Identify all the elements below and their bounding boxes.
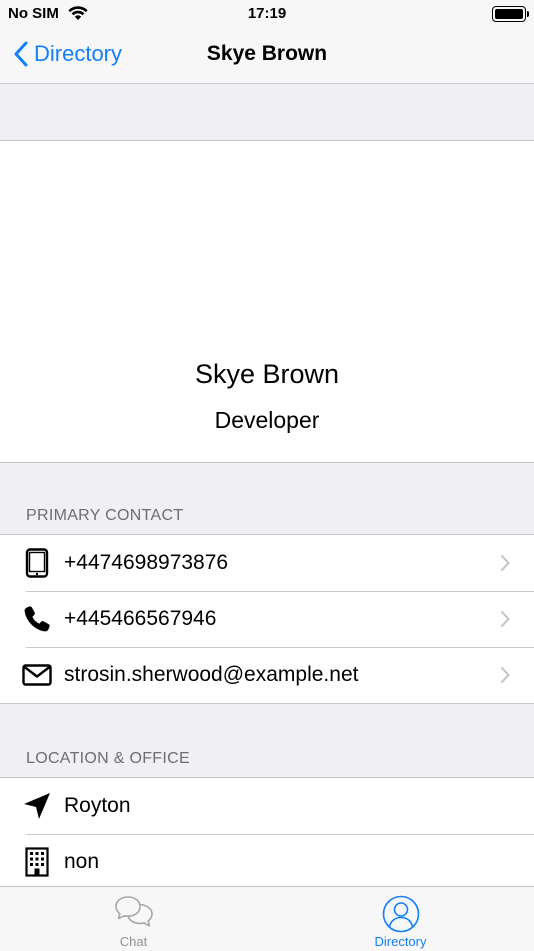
contact-row-phone[interactable]: +445466567946: [0, 591, 534, 647]
office-value: non: [64, 850, 100, 873]
email-icon: [22, 660, 52, 690]
contact-row-email[interactable]: strosin.sherwood@example.net: [0, 647, 534, 703]
battery-icon: [492, 6, 529, 22]
tab-directory[interactable]: Directory: [267, 887, 534, 951]
page-title: Skye Brown: [206, 42, 328, 65]
office-row: non: [0, 834, 534, 890]
chevron-right-icon: [500, 555, 510, 571]
tab-directory-label: Directory: [374, 934, 427, 949]
tab-chat[interactable]: Chat: [0, 887, 267, 951]
location-row: Royton: [0, 778, 534, 834]
chevron-right-icon: [500, 667, 510, 683]
location-arrow-icon: [22, 791, 52, 821]
chat-bubbles-icon: [0, 895, 267, 929]
status-bar: No SIM 17:19: [0, 0, 534, 28]
person-icon: [267, 895, 534, 933]
building-icon: [22, 847, 52, 877]
phone-icon: [22, 604, 52, 634]
contact-value: +445466567946: [64, 607, 217, 630]
tablet-icon: [22, 548, 52, 578]
profile-header: Skye Brown Developer: [0, 140, 534, 463]
contact-value: +4474698973876: [64, 551, 229, 574]
location-office-group: Royton non: [0, 777, 534, 890]
primary-contact-group: +4474698973876 +445466567946 strosin.she…: [0, 534, 534, 704]
clock: 17:19: [247, 5, 287, 22]
chevron-right-icon: [500, 611, 510, 627]
location-value: Royton: [64, 794, 131, 817]
profile-name: Skye Brown: [194, 359, 340, 389]
profile-role: Developer: [214, 407, 320, 433]
contact-value: strosin.sherwood@example.net: [64, 663, 359, 686]
tab-bar: Chat Directory: [0, 886, 534, 951]
navigation-bar: No SIM 17:19 Directory Skye Brown: [0, 0, 534, 84]
section-header-primary-contact: PRIMARY CONTACT: [26, 507, 184, 524]
section-header-location-office: LOCATION & OFFICE: [26, 750, 190, 767]
contact-row-mobile[interactable]: +4474698973876: [0, 535, 534, 591]
tab-chat-label: Chat: [119, 934, 148, 949]
